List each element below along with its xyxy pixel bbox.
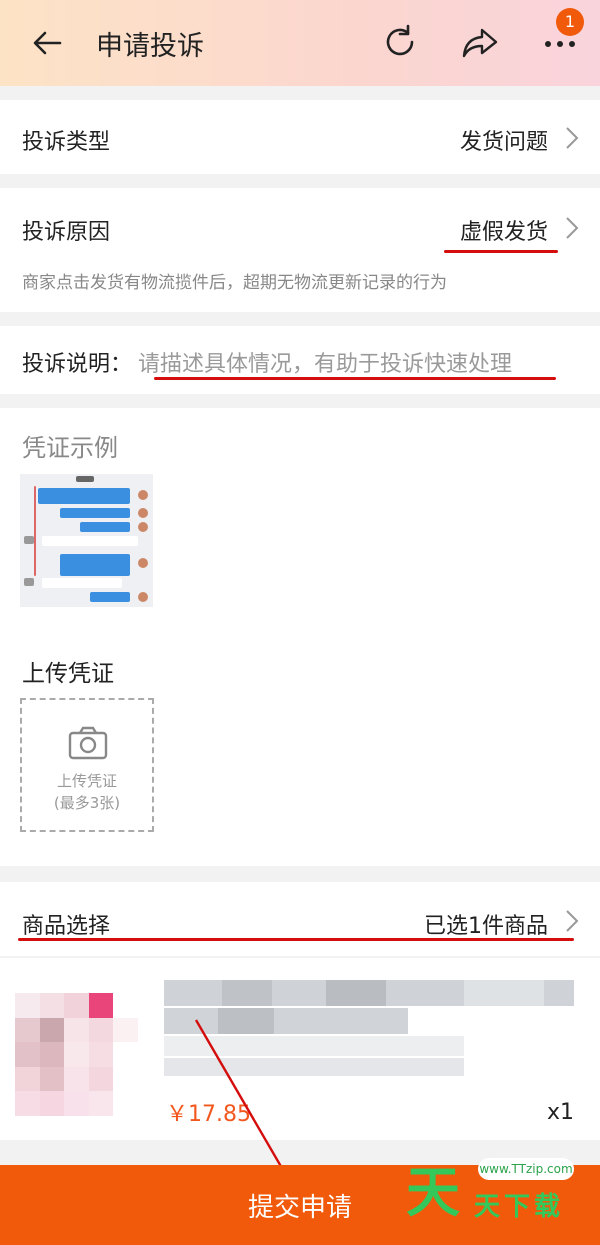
evidence-example-image[interactable] <box>20 474 153 607</box>
product-select-value: 已选1件商品 <box>424 914 548 939</box>
camera-icon <box>68 726 108 760</box>
upload-evidence-button[interactable]: 上传凭证 (最多3张) <box>20 698 154 832</box>
complaint-type-row[interactable]: 投诉类型 发货问题 <box>0 100 600 174</box>
watermark-logo-small: 天下载 <box>474 1192 565 1222</box>
page-title: 申请投诉 <box>96 31 204 62</box>
chevron-right-icon <box>566 127 579 149</box>
complaint-type-value: 发货问题 <box>459 130 548 155</box>
upload-box-limit: (最多3张) <box>53 794 121 812</box>
complaint-note-row[interactable]: 投诉说明： 请描述具体情况，有助于投诉快速处理 <box>0 326 600 394</box>
product-select-label: 商品选择 <box>22 914 111 939</box>
complaint-reason-value: 虚假发货 <box>459 220 548 245</box>
complaint-type-label: 投诉类型 <box>22 130 111 155</box>
refresh-icon[interactable] <box>380 22 420 62</box>
back-arrow-icon[interactable] <box>30 26 64 60</box>
complaint-note-label: 投诉说明： <box>22 352 133 377</box>
watermark-logo-big: 天 <box>406 1161 460 1224</box>
product-select-row[interactable]: 商品选择 已选1件商品 <box>0 882 600 956</box>
evidence-example-title: 凭证示例 <box>22 434 118 462</box>
message-count-badge: 1 <box>556 8 584 36</box>
chevron-right-icon <box>566 910 579 932</box>
app-header: 申请投诉 1 <box>0 0 600 86</box>
annotation-underline <box>444 250 558 253</box>
annotation-underline <box>18 938 574 941</box>
chevron-right-icon <box>566 217 579 239</box>
upload-box-label: 上传凭证 <box>56 772 117 790</box>
complaint-note-input[interactable]: 请描述具体情况，有助于投诉快速处理 <box>138 346 512 378</box>
product-quantity: x1 <box>546 1100 574 1125</box>
share-icon[interactable] <box>460 22 500 62</box>
annotation-underline <box>154 377 556 380</box>
product-thumbnail <box>15 993 138 1116</box>
complaint-reason-label: 投诉原因 <box>22 220 111 245</box>
upload-evidence-title: 上传凭证 <box>22 661 114 687</box>
complaint-reason-description: 商家点击发货有物流揽件后，超期无物流更新记录的行为 <box>22 273 447 293</box>
watermark-url: www.TTzip.com <box>478 1158 574 1180</box>
